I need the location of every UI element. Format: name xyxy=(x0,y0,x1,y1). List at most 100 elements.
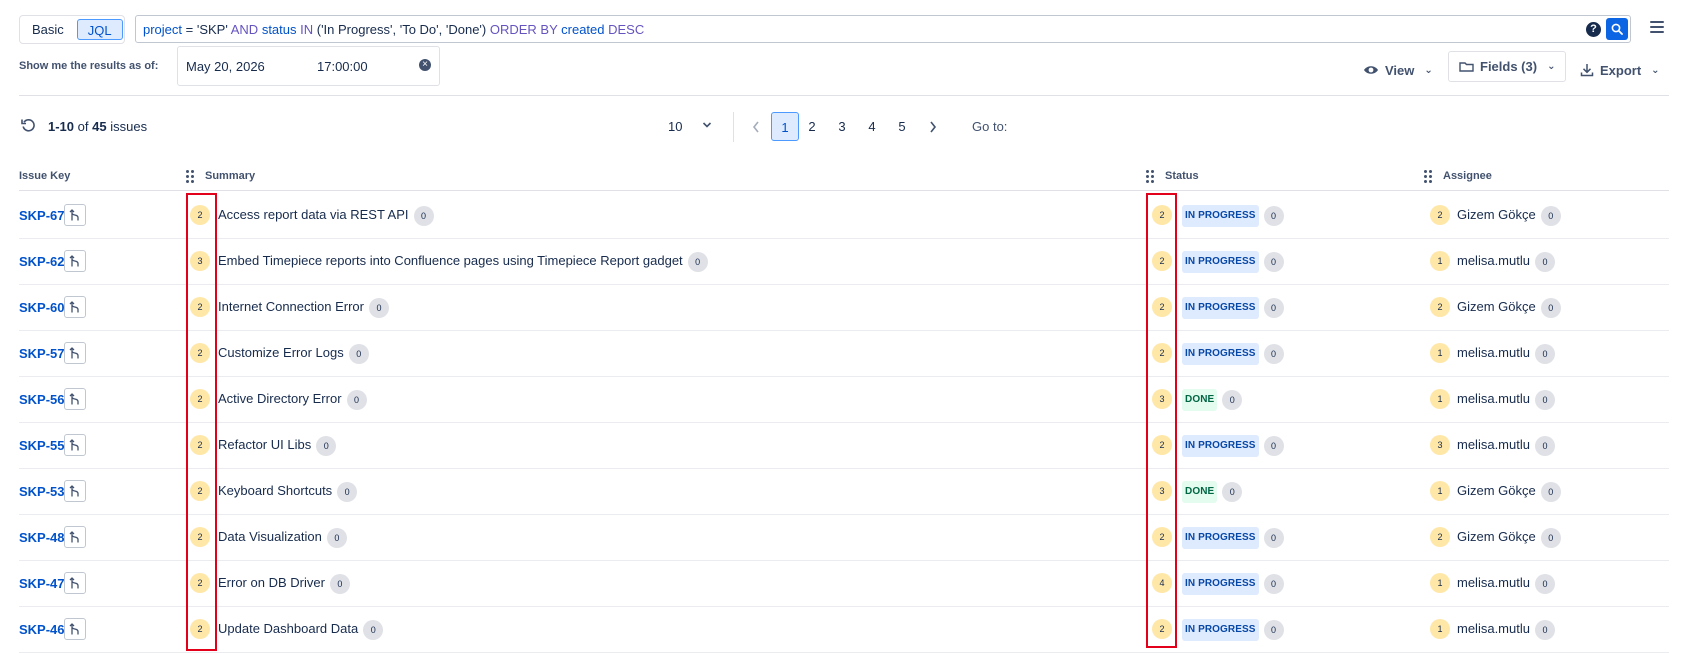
page-button-4[interactable]: 4 xyxy=(858,112,886,141)
jql-token: project xyxy=(143,21,183,37)
page-size-select[interactable]: 10 xyxy=(668,119,682,134)
assignee-zero-badge: 0 xyxy=(1534,251,1555,272)
assignee-count-badge: 1 xyxy=(1430,251,1450,271)
status-cell: IN PROGRESS 0 xyxy=(1182,205,1284,227)
table-row[interactable]: SKP-57 2 Customize Error Logs 0 2 IN PROGRESS… xyxy=(19,331,1669,377)
summary-count-highlight xyxy=(186,193,217,651)
view-button[interactable]: View ⌄ xyxy=(1363,55,1433,85)
issue-key-link[interactable]: SKP-53 xyxy=(19,484,65,499)
branch-button[interactable] xyxy=(64,296,86,318)
asof-date-value[interactable]: May 20, 2026 xyxy=(186,59,265,74)
table-row[interactable]: SKP-53 2 Keyboard Shortcuts 0 3 DONE 0 1 Gizem G… xyxy=(19,469,1669,515)
summary-zero-badge: 0 xyxy=(368,297,389,318)
goto-label: Go to: xyxy=(972,119,1008,134)
issue-key-link[interactable]: SKP-57 xyxy=(19,346,65,361)
drag-handle-icon[interactable] xyxy=(186,170,194,183)
jql-query-text[interactable]: project = 'SKP' AND status IN ('In Progr… xyxy=(143,22,1586,37)
asof-datetime-picker[interactable]: May 20, 2026 17:00:00 × xyxy=(177,46,440,86)
status-cell: DONE 0 xyxy=(1182,389,1243,411)
status-zero-badge: 0 xyxy=(1263,620,1284,640)
jql-token: created xyxy=(561,21,605,37)
summary-text[interactable]: Update Dashboard Data xyxy=(218,621,358,636)
summary-cell: Refactor UI Libs 0 xyxy=(218,435,337,456)
status-lozenge: IN PROGRESS xyxy=(1182,619,1259,641)
status-lozenge: IN PROGRESS xyxy=(1182,343,1259,365)
issue-key-link[interactable]: SKP-48 xyxy=(19,530,65,545)
summary-zero-badge: 0 xyxy=(413,205,434,226)
summary-text[interactable]: Internet Connection Error xyxy=(218,299,364,314)
branch-button[interactable] xyxy=(64,250,86,272)
status-zero-badge: 0 xyxy=(1263,206,1284,226)
issue-key-link[interactable]: SKP-67 xyxy=(19,208,65,223)
assignee-cell: melisa.mutlu 0 xyxy=(1457,343,1555,364)
issue-key-link[interactable]: SKP-55 xyxy=(19,438,65,453)
summary-text[interactable]: Customize Error Logs xyxy=(218,345,344,360)
summary-text[interactable]: Embed Timepiece reports into Confluence … xyxy=(218,253,683,268)
assignee-name: Gizem Gökçe xyxy=(1457,529,1536,544)
clear-icon[interactable]: × xyxy=(419,59,431,71)
summary-text[interactable]: Error on DB Driver xyxy=(218,575,325,590)
assignee-count-badge: 3 xyxy=(1430,435,1450,455)
asof-label: Show me the results as of: xyxy=(19,60,159,72)
jql-mode-button[interactable]: JQL xyxy=(76,19,123,40)
summary-text[interactable]: Active Directory Error xyxy=(218,391,342,406)
branch-button[interactable] xyxy=(64,480,86,502)
refresh-icon[interactable] xyxy=(21,118,36,133)
drag-handle-icon[interactable] xyxy=(1146,170,1154,183)
summary-zero-badge: 0 xyxy=(329,573,350,594)
jql-search-box[interactable]: project = 'SKP' AND status IN ('In Progr… xyxy=(135,15,1631,43)
issue-key-link[interactable]: SKP-60 xyxy=(19,300,65,315)
assignee-zero-badge: 0 xyxy=(1534,343,1555,364)
jql-token: 'SKP' xyxy=(196,21,228,37)
table-row[interactable]: SKP-47 2 Error on DB Driver 0 4 IN PROGRESS 0 1… xyxy=(19,561,1669,607)
chevron-down-icon: ⌄ xyxy=(1424,64,1433,76)
status-zero-badge: 0 xyxy=(1263,528,1284,548)
page-button-3[interactable]: 3 xyxy=(828,112,856,141)
issue-total: 45 xyxy=(92,119,107,134)
table-row[interactable]: SKP-48 2 Data Visualization 0 2 IN PROGRESS 0 2… xyxy=(19,515,1669,561)
page-button-5[interactable]: 5 xyxy=(888,112,916,141)
branch-button[interactable] xyxy=(64,572,86,594)
basic-mode-button[interactable]: Basic xyxy=(23,19,73,40)
column-header-assignee[interactable]: Assignee xyxy=(1443,170,1492,182)
assignee-count-badge: 2 xyxy=(1430,205,1450,225)
status-zero-badge: 0 xyxy=(1263,436,1284,456)
summary-text[interactable]: Keyboard Shortcuts xyxy=(218,483,332,498)
search-button[interactable] xyxy=(1606,18,1628,40)
branch-button[interactable] xyxy=(64,342,86,364)
branch-button[interactable] xyxy=(64,526,86,548)
drag-handle-icon[interactable] xyxy=(1424,170,1432,183)
branch-button[interactable] xyxy=(64,618,86,640)
table-row[interactable]: SKP-60 2 Internet Connection Error 0 2 IN PRO… xyxy=(19,285,1669,331)
issue-key-link[interactable]: SKP-47 xyxy=(19,576,65,591)
export-button[interactable]: Export ⌄ xyxy=(1580,55,1660,85)
table-row[interactable]: SKP-56 2 Active Directory Error 0 3 DONE 0 1 mel… xyxy=(19,377,1669,423)
page-button-1[interactable]: 1 xyxy=(771,112,799,141)
summary-text[interactable]: Data Visualization xyxy=(218,529,322,544)
column-header-summary[interactable]: Summary xyxy=(205,170,255,182)
summary-zero-badge: 0 xyxy=(326,527,347,548)
chevron-left-icon[interactable] xyxy=(752,121,760,133)
page-button-2[interactable]: 2 xyxy=(798,112,826,141)
column-header-issue-key[interactable]: Issue Key xyxy=(19,170,70,182)
branch-button[interactable] xyxy=(64,204,86,226)
hamburger-menu-icon[interactable] xyxy=(1650,21,1664,33)
fields-button[interactable]: Fields (3) ⌄ xyxy=(1448,51,1567,82)
table-row[interactable]: SKP-67 2 Access report data via REST API 0 2… xyxy=(19,193,1669,239)
summary-text[interactable]: Access report data via REST API xyxy=(218,207,409,222)
help-icon[interactable]: ? xyxy=(1586,21,1601,37)
issue-key-link[interactable]: SKP-46 xyxy=(19,622,65,637)
column-header-status[interactable]: Status xyxy=(1165,170,1199,182)
issue-key-link[interactable]: SKP-62 xyxy=(19,254,65,269)
table-row[interactable]: SKP-46 2 Update Dashboard Data 0 2 IN PROGRES… xyxy=(19,607,1669,653)
branch-button[interactable] xyxy=(64,388,86,410)
table-row[interactable]: SKP-55 2 Refactor UI Libs 0 2 IN PROGRESS 0 3 me… xyxy=(19,423,1669,469)
chevron-right-icon[interactable] xyxy=(929,121,937,133)
chevron-down-icon[interactable] xyxy=(702,121,712,129)
summary-text[interactable]: Refactor UI Libs xyxy=(218,437,311,452)
asof-time-value[interactable]: 17:00:00 xyxy=(317,59,368,74)
divider xyxy=(19,95,1669,96)
branch-button[interactable] xyxy=(64,434,86,456)
table-row[interactable]: SKP-62 3 Embed Timepiece reports into Conf… xyxy=(19,239,1669,285)
issue-key-link[interactable]: SKP-56 xyxy=(19,392,65,407)
